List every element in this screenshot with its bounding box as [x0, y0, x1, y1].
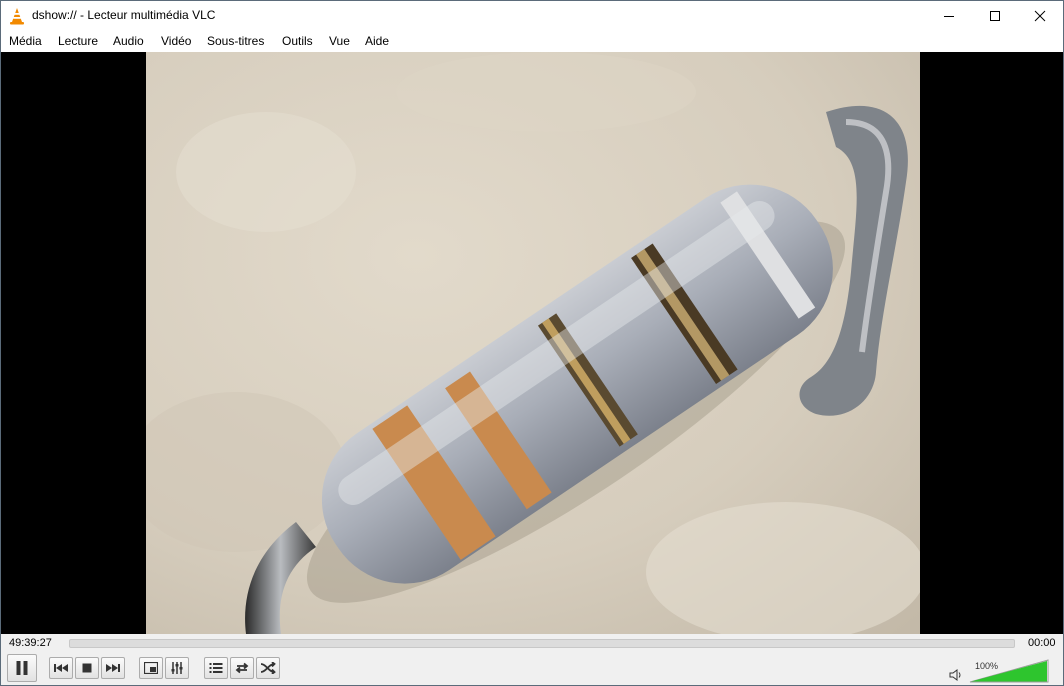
fullscreen-button[interactable]	[139, 657, 163, 679]
menu-video[interactable]: Vidéo	[161, 34, 191, 48]
fullscreen-icon	[144, 662, 158, 674]
minimize-icon	[944, 16, 954, 17]
loop-button[interactable]	[230, 657, 254, 679]
playlist-icon	[209, 663, 223, 673]
close-icon	[1034, 10, 1046, 22]
extended-settings-button[interactable]	[165, 657, 189, 679]
seek-slider[interactable]	[69, 639, 1015, 648]
minimize-button[interactable]	[926, 1, 972, 31]
stop-button[interactable]	[75, 657, 99, 679]
volume-slider[interactable]	[969, 659, 1049, 683]
previous-button[interactable]	[49, 657, 73, 679]
menu-media[interactable]: Média	[9, 34, 42, 48]
extended-settings-icon	[171, 662, 183, 674]
control-bar: 49:39:27 00:00 100%	[1, 634, 1063, 685]
shuffle-icon	[260, 662, 276, 674]
shuffle-button[interactable]	[256, 657, 280, 679]
stop-icon	[82, 663, 92, 673]
menu-bar: Média Lecture Audio Vidéo Sous-titres Ou…	[1, 31, 1063, 52]
window-title: dshow:// - Lecteur multimédia VLC	[32, 8, 216, 22]
next-button[interactable]	[101, 657, 125, 679]
menu-outils[interactable]: Outils	[282, 34, 313, 48]
maximize-icon	[990, 11, 1000, 21]
menu-aide[interactable]: Aide	[365, 34, 389, 48]
video-area[interactable]	[1, 52, 1063, 634]
vlc-window: dshow:// - Lecteur multimédia VLC Média …	[0, 0, 1064, 686]
menu-vue[interactable]: Vue	[329, 34, 350, 48]
vlc-cone-icon	[10, 8, 24, 25]
title-bar[interactable]: dshow:// - Lecteur multimédia VLC	[1, 1, 1063, 31]
total-time[interactable]: 00:00	[1028, 637, 1056, 649]
speaker-icon[interactable]	[949, 669, 963, 681]
elapsed-time: 49:39:27	[9, 637, 52, 649]
close-button[interactable]	[1017, 1, 1063, 31]
pause-icon	[16, 661, 28, 675]
menu-lecture[interactable]: Lecture	[58, 34, 98, 48]
menu-audio[interactable]: Audio	[113, 34, 144, 48]
maximize-button[interactable]	[972, 1, 1018, 31]
next-icon	[106, 664, 120, 672]
loop-icon	[235, 662, 249, 674]
playlist-button[interactable]	[204, 657, 228, 679]
video-frame-resistor	[146, 52, 920, 634]
pause-button[interactable]	[7, 654, 37, 682]
menu-sous-titres[interactable]: Sous-titres	[207, 34, 264, 48]
previous-icon	[54, 664, 68, 672]
